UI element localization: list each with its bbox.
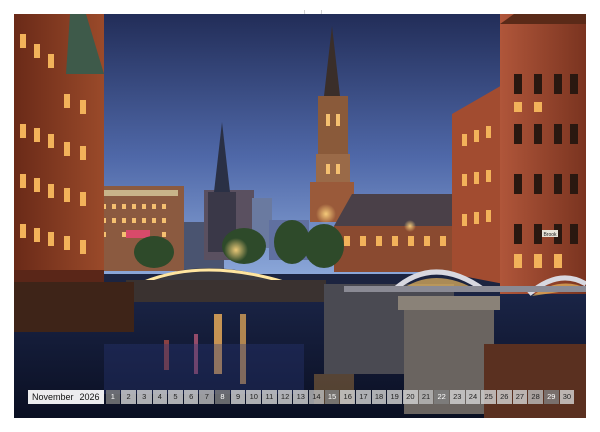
day-cell: 15 (324, 390, 340, 404)
day-cells: 1 2 3 4 5 6 7 8 9 10 11 12 13 14 15 16 17 18 19 20 21 22 23 24 2… (105, 390, 575, 404)
day-cell: 3 (136, 390, 152, 404)
day-cell: 22 (434, 390, 449, 404)
street-sign: Brook (543, 232, 557, 238)
day-cell: 9 (230, 390, 246, 404)
day-cell: 24 (465, 390, 481, 404)
speicherstadt-night-scene: Brook (14, 14, 586, 418)
church-nave (334, 194, 456, 272)
day-cell: 21 (418, 390, 434, 404)
day-cell: 12 (277, 390, 293, 404)
day-cell: 14 (309, 390, 324, 404)
quay-wall (14, 282, 134, 332)
day-cell: 11 (262, 390, 277, 404)
month-label: November 2026 (28, 390, 104, 404)
day-cell: 29 (543, 390, 559, 404)
day-cell: 4 (152, 390, 168, 404)
day-cell: 13 (293, 390, 309, 404)
day-cell: 27 (512, 390, 528, 404)
day-cell: 20 (403, 390, 418, 404)
day-cell: 8 (215, 390, 230, 404)
calendar-photo: Brook (14, 14, 586, 418)
day-cell: 16 (340, 390, 356, 404)
month-name: November (32, 392, 74, 402)
day-cell: 17 (356, 390, 371, 404)
day-cell: 6 (183, 390, 199, 404)
day-cell: 10 (246, 390, 262, 404)
day-cell: 25 (481, 390, 496, 404)
day-cell: 19 (387, 390, 403, 404)
day-cell: 28 (528, 390, 543, 404)
day-cell: 23 (449, 390, 465, 404)
calendar-strip: November 2026 1 2 3 4 5 6 7 8 9 10 11 12 13 14 15 16 17 1… (28, 390, 575, 404)
day-cell: 5 (168, 390, 183, 404)
day-cell: 18 (371, 390, 387, 404)
day-cell: 2 (121, 390, 136, 404)
day-cell: 26 (496, 390, 512, 404)
day-cell: 1 (105, 390, 121, 404)
year-label: 2026 (79, 392, 100, 402)
day-cell: 30 (559, 390, 575, 404)
day-cell: 7 (199, 390, 215, 404)
